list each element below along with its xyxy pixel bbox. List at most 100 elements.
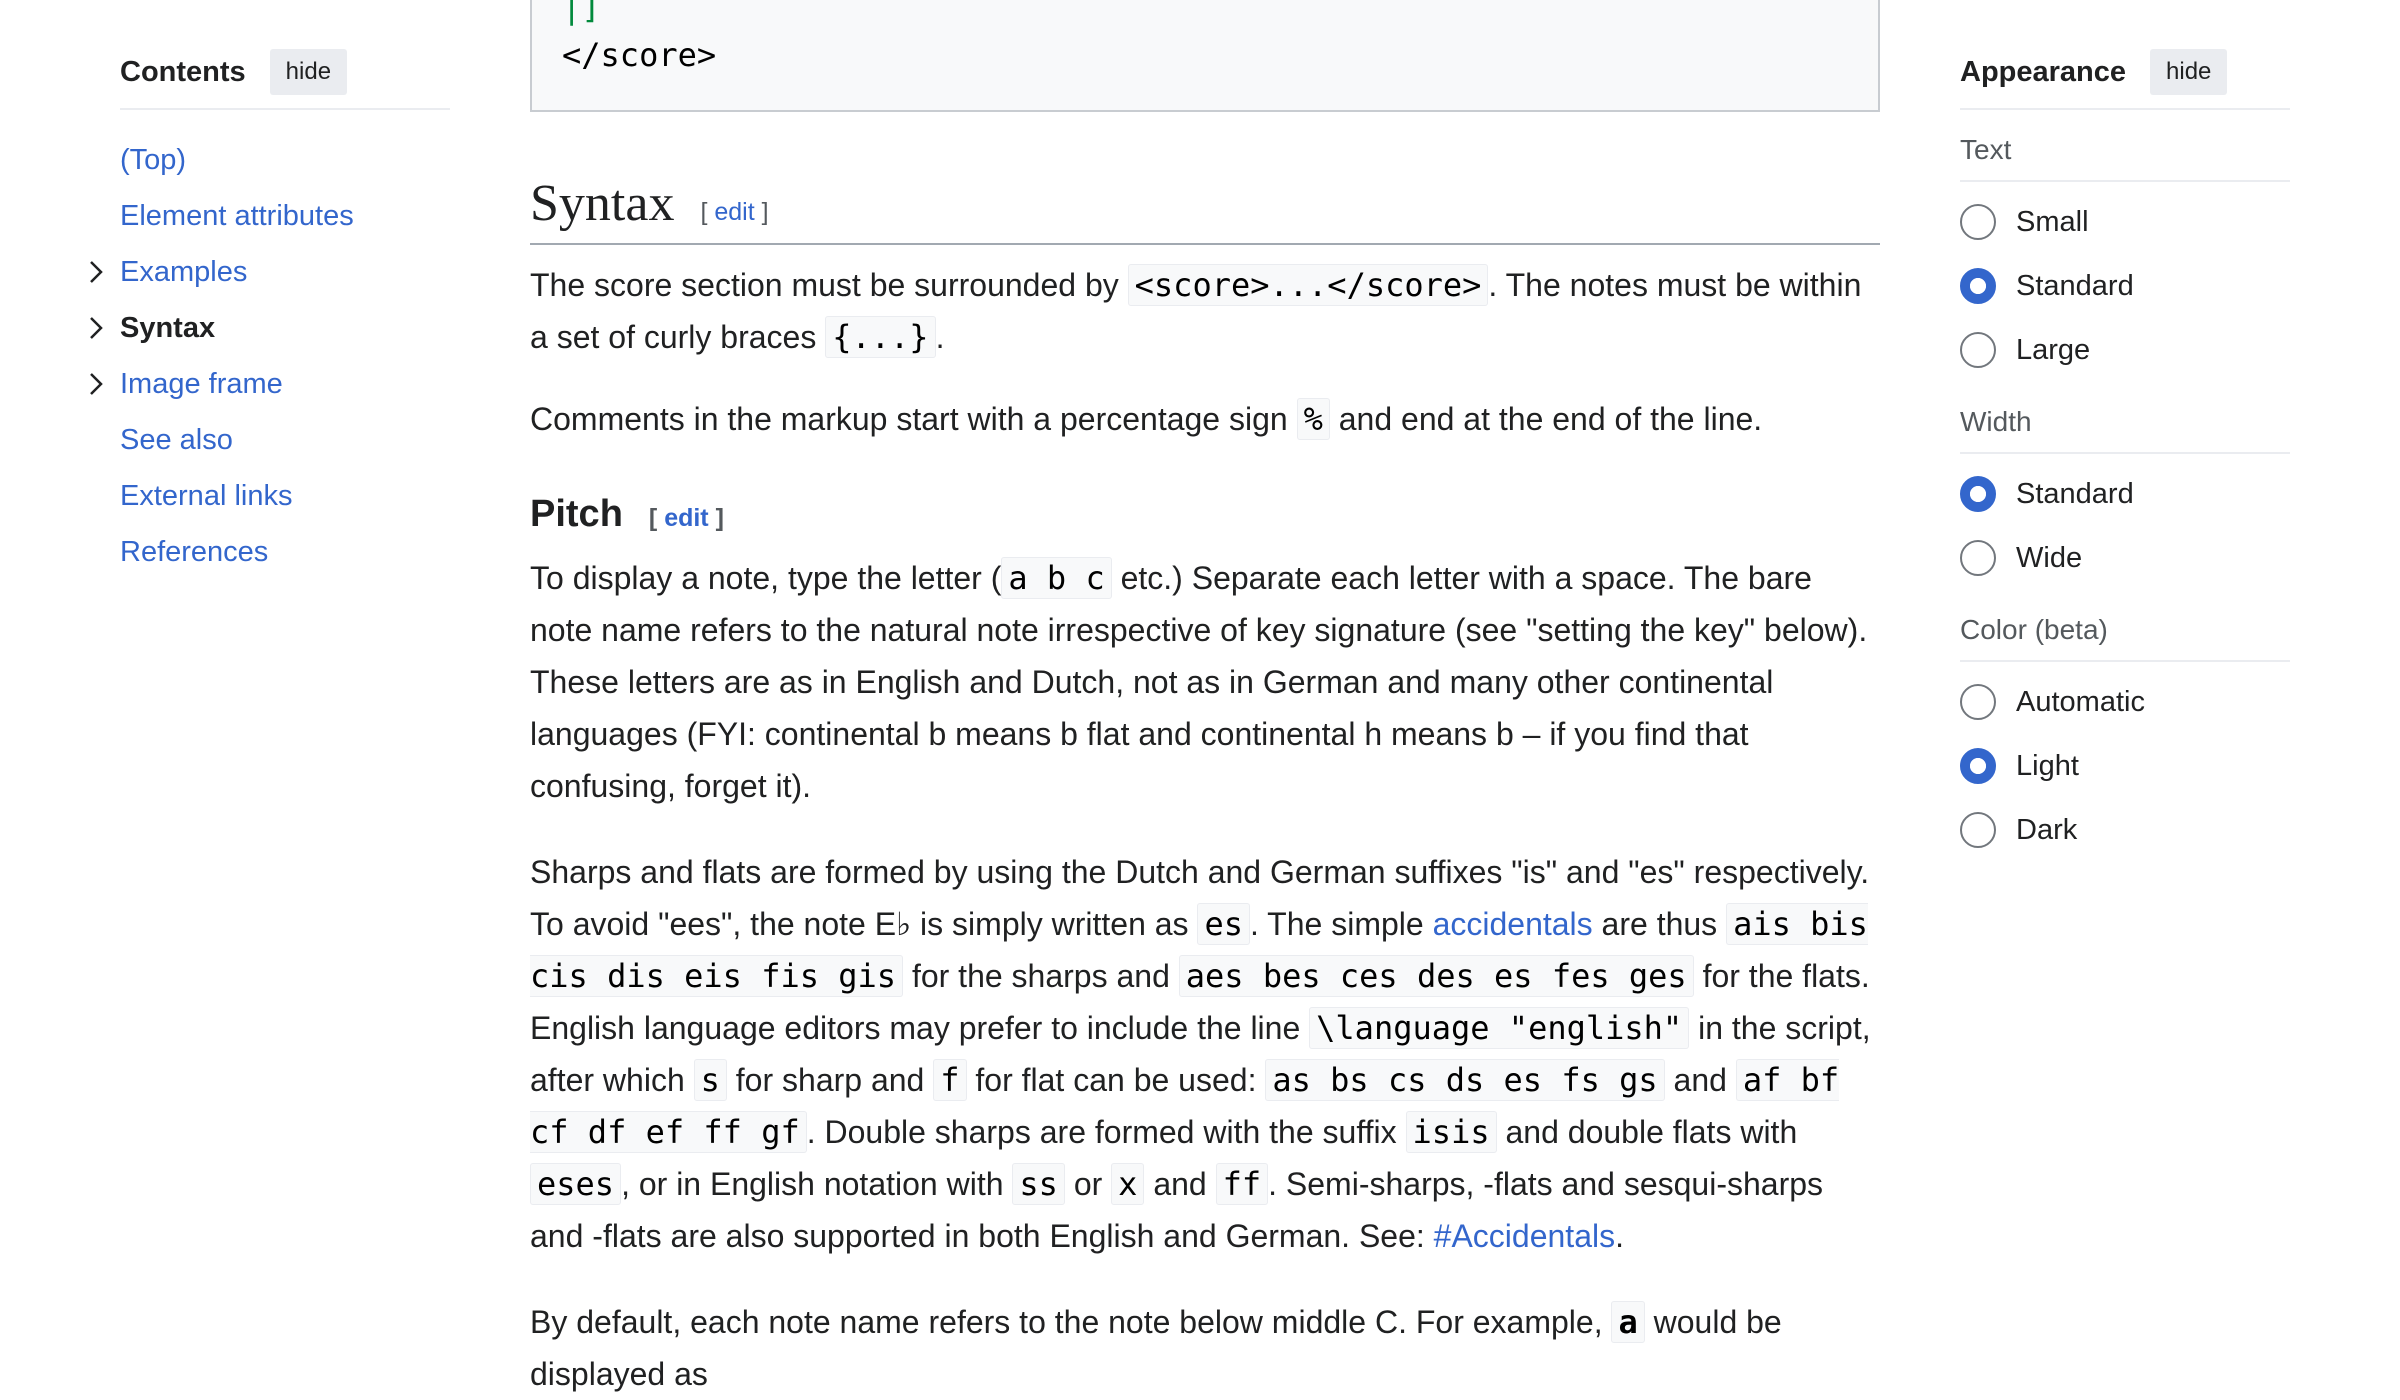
radio-text-standard[interactable]: Standard: [1960, 254, 2290, 318]
toc-item-label[interactable]: Element attributes: [120, 200, 354, 232]
radio-button[interactable]: [1960, 204, 1996, 240]
heading-text: Pitch: [530, 493, 623, 535]
radio-label[interactable]: Standard: [2016, 270, 2134, 303]
group-label: Text: [1960, 110, 2290, 182]
group-label: Color (beta): [1960, 590, 2290, 662]
radio-label[interactable]: Small: [2016, 206, 2089, 239]
radio-button[interactable]: [1960, 332, 1996, 368]
paragraph: Sharps and flats are formed by using the…: [530, 846, 1880, 1262]
inline-code: a b c: [1001, 557, 1112, 599]
text: and: [1144, 1166, 1216, 1202]
radio-button[interactable]: [1960, 476, 1996, 512]
inline-code: <score>...</score>: [1127, 264, 1489, 306]
text: .: [1615, 1218, 1624, 1254]
radio-label[interactable]: Standard: [2016, 478, 2134, 511]
radio-button[interactable]: [1960, 748, 1996, 784]
radio-color-light[interactable]: Light: [1960, 734, 2290, 798]
toc-item-references[interactable]: References: [120, 524, 450, 580]
text: . The simple: [1249, 906, 1433, 942]
chevron-right-icon[interactable]: [86, 244, 106, 300]
toc-item-external-links[interactable]: External links: [120, 468, 450, 524]
text: for the sharps and: [903, 958, 1179, 994]
inline-code: eses: [530, 1163, 622, 1205]
paragraph: Comments in the markup start with a perc…: [530, 393, 1880, 445]
inline-code: es: [1197, 903, 1250, 945]
toc-item-label[interactable]: References: [120, 536, 268, 568]
radio-width-wide[interactable]: Wide: [1960, 526, 2290, 590]
appearance-header: Appearance hide: [1960, 42, 2290, 110]
edit-section: [ edit ]: [649, 504, 724, 533]
code-block: |] </score>: [530, 0, 1880, 112]
text: Comments in the markup start with a perc…: [530, 401, 1297, 437]
text: By default, each note name refers to the…: [530, 1304, 1612, 1340]
inline-code: as bs cs ds es fs gs: [1265, 1059, 1665, 1101]
radio-button[interactable]: [1960, 540, 1996, 576]
text: .: [935, 319, 945, 355]
inline-code: x: [1111, 1163, 1145, 1205]
section-heading-syntax: Syntax [ edit ]: [530, 174, 1880, 245]
radio-label[interactable]: Automatic: [2016, 686, 2145, 719]
text: for sharp and: [726, 1062, 934, 1098]
toc-item-syntax[interactable]: Syntax: [90, 300, 450, 356]
inline-code: \language "english": [1309, 1007, 1690, 1049]
radio-label[interactable]: Large: [2016, 334, 2090, 367]
text: The score section must be surrounded by: [530, 267, 1128, 303]
bracket: ]: [708, 504, 724, 532]
toc-item-label[interactable]: Image frame: [120, 368, 283, 400]
accidentals-anchor-link[interactable]: #Accidentals: [1434, 1218, 1615, 1254]
radio-color-dark[interactable]: Dark: [1960, 798, 2290, 862]
bracket: [: [700, 198, 715, 226]
edit-link[interactable]: edit: [664, 504, 708, 532]
bracket: [: [648, 504, 665, 532]
radio-button[interactable]: [1960, 684, 1996, 720]
text: and: [1664, 1062, 1736, 1098]
toc-item-label[interactable]: (Top): [120, 144, 186, 176]
radio-label[interactable]: Wide: [2016, 542, 2082, 575]
toc-item-examples[interactable]: Examples: [90, 244, 450, 300]
group-label: Width: [1960, 382, 2290, 454]
section-heading-pitch: Pitch [ edit ]: [530, 493, 1880, 536]
text: and double flats with: [1496, 1114, 1798, 1150]
edit-section: [ edit ]: [700, 198, 768, 227]
table-of-contents: Contents hide (Top) Element attributes E…: [90, 42, 450, 580]
toc-title: Contents: [120, 55, 246, 88]
toc-item-label[interactable]: Syntax: [120, 312, 215, 344]
heading-text: Syntax: [530, 175, 675, 232]
chevron-right-icon[interactable]: [86, 356, 106, 412]
chevron-right-icon[interactable]: [86, 300, 106, 356]
toc-item-label[interactable]: Examples: [120, 256, 247, 288]
radio-label[interactable]: Dark: [2016, 814, 2077, 847]
toc-item-label[interactable]: See also: [120, 424, 233, 456]
accidentals-link[interactable]: accidentals: [1433, 906, 1593, 942]
text: . Double sharps are formed with the suff…: [806, 1114, 1406, 1150]
toc-hide-button[interactable]: hide: [269, 49, 348, 95]
appearance-panel: Appearance hide Text Small Standard Larg…: [1960, 42, 2290, 862]
appearance-title: Appearance: [1960, 55, 2127, 88]
toc-item-label[interactable]: External links: [120, 480, 292, 512]
toc-item-top[interactable]: (Top): [120, 132, 450, 188]
radio-button[interactable]: [1960, 812, 1996, 848]
toc-item-element-attributes[interactable]: Element attributes: [120, 188, 450, 244]
edit-link[interactable]: edit: [714, 198, 754, 226]
inline-code: aes bes ces des es fes ges: [1178, 955, 1694, 997]
toc-header: Contents hide: [120, 42, 450, 110]
paragraph: To display a note, type the letter (a b …: [530, 552, 1880, 812]
toc-item-image-frame[interactable]: Image frame: [90, 356, 450, 412]
inline-code: a: [1611, 1301, 1645, 1343]
inline-code: ff: [1215, 1163, 1269, 1205]
appearance-hide-button[interactable]: hide: [2150, 49, 2228, 95]
paragraph: By default, each note name refers to the…: [530, 1296, 1880, 1400]
color-group: Color (beta) Automatic Light Dark: [1960, 590, 2290, 862]
inline-code: ss: [1012, 1163, 1065, 1205]
radio-width-standard[interactable]: Standard: [1960, 462, 2290, 526]
text: To display a note, type the letter (: [530, 560, 1002, 596]
radio-button[interactable]: [1960, 268, 1996, 304]
toc-item-see-also[interactable]: See also: [120, 412, 450, 468]
radio-label[interactable]: Light: [2016, 750, 2079, 783]
bracket: ]: [754, 198, 769, 226]
radio-text-small[interactable]: Small: [1960, 190, 2290, 254]
radio-text-large[interactable]: Large: [1960, 318, 2290, 382]
text: are thus: [1592, 906, 1727, 942]
radio-color-automatic[interactable]: Automatic: [1960, 670, 2290, 734]
article-content: |] </score> Syntax [ edit ] The score se…: [530, 0, 1880, 1400]
